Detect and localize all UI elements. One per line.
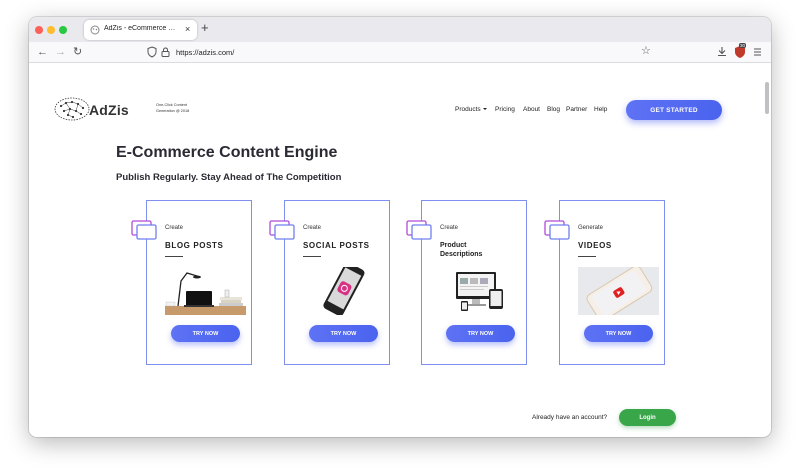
hamburger-menu-icon[interactable] bbox=[753, 48, 762, 56]
browser-window: AdZis - eCommerce Content Engine × + ← →… bbox=[29, 17, 771, 437]
chevron-down-icon bbox=[482, 108, 487, 111]
new-tab-button[interactable]: + bbox=[201, 21, 209, 35]
monitor-icon bbox=[406, 220, 432, 240]
card-title: BLOG POSTS bbox=[165, 241, 224, 250]
card-videos: Generate VIDEOS TRY NOW bbox=[544, 200, 665, 365]
try-now-button[interactable]: TRY NOW bbox=[446, 325, 515, 342]
logo-text[interactable]: AdZis bbox=[89, 102, 129, 118]
tab-close-icon[interactable]: × bbox=[185, 24, 190, 34]
card-verb: Generate bbox=[578, 225, 604, 231]
account-prompt: Already have an account? bbox=[532, 414, 608, 421]
card-title-line-2: Descriptions bbox=[440, 251, 483, 258]
card-title: Product Descriptions bbox=[440, 241, 520, 259]
card-product-descriptions: Create Product Descriptions TRY NOW bbox=[406, 200, 527, 365]
menu-item-partner[interactable]: Partner bbox=[566, 106, 587, 113]
scrollbar-thumb[interactable] bbox=[765, 82, 769, 114]
web-page: AdZis One-Click Content Generation @ 201… bbox=[29, 64, 763, 437]
maximize-window-button[interactable] bbox=[59, 26, 67, 34]
phone-instagram-image bbox=[303, 267, 384, 315]
get-started-button[interactable]: GET STARTED bbox=[626, 100, 722, 120]
bookmark-star-icon[interactable]: ☆ bbox=[641, 44, 651, 57]
card-verb: Create bbox=[440, 225, 459, 231]
monitor-icon bbox=[269, 220, 295, 240]
scrollbar[interactable] bbox=[765, 64, 770, 437]
lock-icon[interactable] bbox=[161, 47, 170, 57]
back-icon[interactable]: ← bbox=[37, 45, 48, 59]
minimize-window-button[interactable] bbox=[47, 26, 55, 34]
divider bbox=[165, 256, 183, 257]
tagline-line-2: Generation @ 2018 bbox=[156, 109, 190, 113]
menu-item-pricing[interactable]: Pricing bbox=[495, 106, 515, 113]
url-text: https://adzis.com/ bbox=[176, 48, 235, 57]
browser-tab[interactable]: AdZis - eCommerce Content Engine × bbox=[84, 20, 197, 40]
try-now-button[interactable]: TRY NOW bbox=[309, 325, 378, 342]
divider bbox=[578, 256, 596, 257]
monitor-icon bbox=[131, 220, 157, 240]
devices-image bbox=[440, 267, 521, 315]
address-bar[interactable]: https://adzis.com/ ☆ bbox=[139, 44, 659, 61]
menu-item-blog[interactable]: Blog bbox=[547, 106, 560, 113]
try-now-button[interactable]: TRY NOW bbox=[171, 325, 240, 342]
brain-logo-icon[interactable] bbox=[53, 96, 91, 122]
extension-icon[interactable]: 30 bbox=[734, 43, 747, 59]
navigation-bar: ← → ↻ https://adzis.com/ ☆ 30 bbox=[29, 42, 771, 63]
desk-laptop-image bbox=[165, 267, 246, 315]
download-icon[interactable] bbox=[717, 46, 727, 57]
reload-icon[interactable]: ↻ bbox=[73, 45, 82, 59]
tab-title: AdZis - eCommerce Content Engine bbox=[104, 25, 180, 32]
card-title: SOCIAL POSTS bbox=[303, 241, 370, 250]
card-title: VIDEOS bbox=[578, 241, 612, 250]
card-verb: Create bbox=[303, 225, 322, 231]
try-now-button[interactable]: TRY NOW bbox=[584, 325, 653, 342]
card-blog-posts: Create BLOG POSTS TRY NOW bbox=[131, 200, 252, 365]
close-window-button[interactable] bbox=[35, 26, 43, 34]
card-social-posts: Create SOCIAL POSTS TRY NOW bbox=[269, 200, 390, 365]
menu-item-label: Products bbox=[455, 106, 481, 113]
brain-favicon-icon bbox=[90, 25, 100, 35]
menu-item-help[interactable]: Help bbox=[594, 106, 607, 113]
card-title-line-1: Product bbox=[440, 242, 467, 249]
tagline: One-Click Content Generation @ 2018 bbox=[156, 102, 216, 114]
card-verb: Create bbox=[165, 225, 184, 231]
divider bbox=[303, 256, 321, 257]
menu-item-products[interactable]: Products bbox=[455, 106, 487, 113]
phone-youtube-image bbox=[578, 267, 659, 315]
forward-icon[interactable]: → bbox=[55, 45, 66, 59]
page-title: E-Commerce Content Engine bbox=[116, 144, 338, 161]
tab-bar: AdZis - eCommerce Content Engine × + bbox=[29, 17, 771, 42]
menu-item-about[interactable]: About bbox=[523, 106, 540, 113]
monitor-icon bbox=[544, 220, 570, 240]
shield-icon[interactable] bbox=[147, 46, 157, 58]
extension-badge: 30 bbox=[739, 43, 747, 48]
login-button[interactable]: Login bbox=[619, 409, 676, 426]
page-subtitle: Publish Regularly. Stay Ahead of The Com… bbox=[116, 172, 342, 183]
